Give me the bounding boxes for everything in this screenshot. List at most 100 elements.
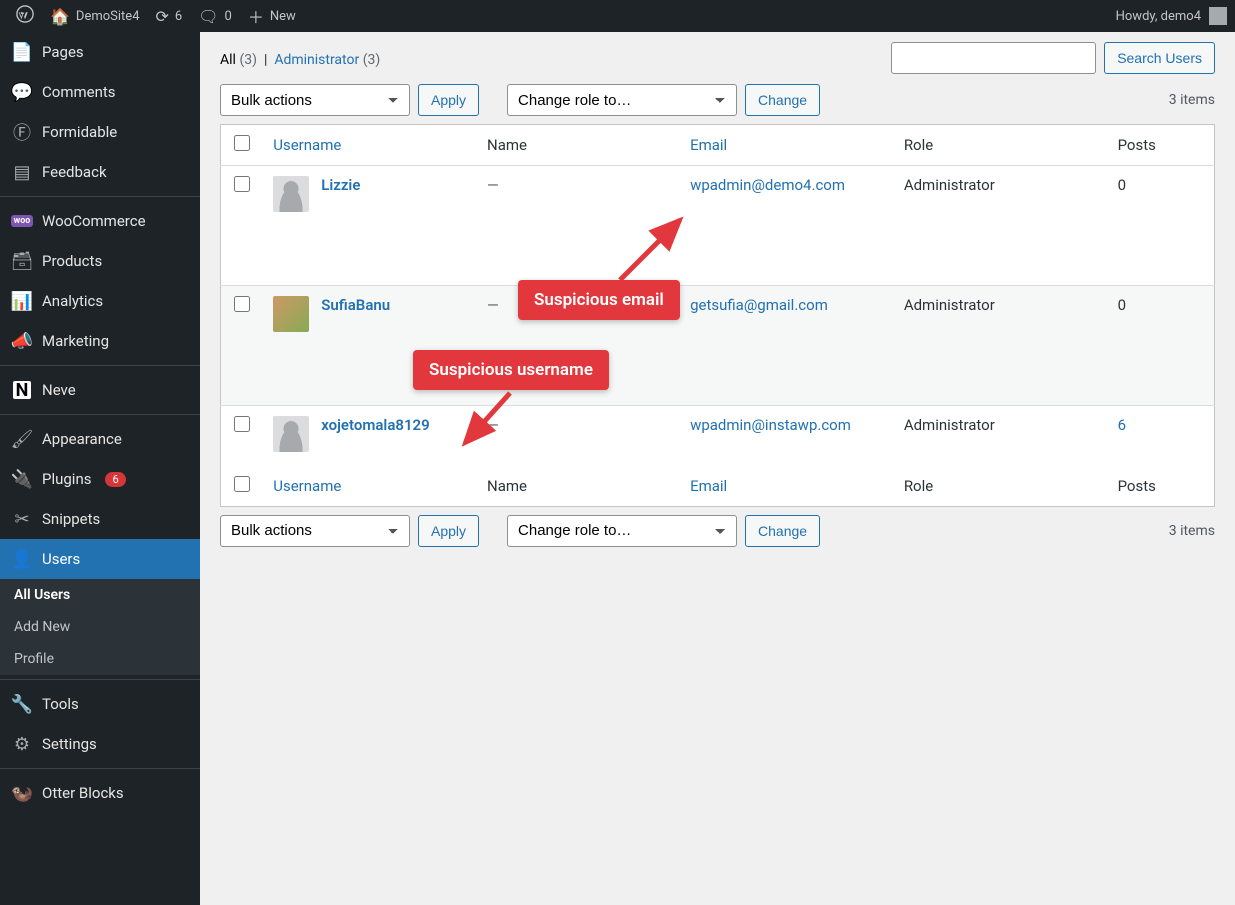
site-name: DemoSite4 [76, 9, 140, 24]
menu-item-marketing[interactable]: 📣Marketing [0, 321, 200, 361]
email-link[interactable]: wpadmin@demo4.com [690, 176, 845, 194]
home-icon: 🏠 [50, 7, 70, 26]
menu-item-users[interactable]: 👤 Users [0, 539, 200, 579]
callout-suspicious-email: Suspicious email [518, 280, 680, 320]
row-checkbox[interactable] [234, 176, 250, 192]
formidable-icon: Ⓕ [12, 122, 32, 142]
bulk-actions-select-bottom[interactable]: Bulk actions [220, 515, 410, 547]
col-role: Role [894, 125, 1108, 166]
menu-label: Users [42, 550, 80, 568]
items-count-bottom: 3 items [1169, 523, 1215, 539]
otter-blocks-icon: 🦦 [12, 783, 32, 803]
users-icon: 👤 [12, 549, 32, 569]
menu-label: Pages [42, 43, 84, 61]
tools-icon: 🔧 [12, 694, 32, 714]
pages-icon: 📄 [12, 42, 32, 62]
update-icon: ⟳ [156, 7, 169, 26]
howdy-text: Howdy, demo4 [1116, 9, 1201, 24]
name-value: — [487, 176, 499, 194]
analytics-icon: 📊 [12, 291, 32, 311]
avatar [273, 416, 309, 452]
table-row: Lizzie—wpadmin@demo4.comAdministrator0 [221, 166, 1215, 286]
menu-label: Plugins [42, 470, 91, 488]
posts-link[interactable]: 6 [1118, 416, 1126, 434]
col-email[interactable]: Email [690, 136, 727, 154]
select-all-top[interactable] [234, 135, 250, 151]
menu-label: Settings [42, 735, 97, 753]
role-value: Administrator [904, 416, 995, 434]
menu-item-tools[interactable]: 🔧 Tools [0, 684, 200, 724]
col-name: Name [477, 125, 680, 166]
username-link[interactable]: SufiaBanu [321, 296, 390, 314]
col-username[interactable]: Username [273, 136, 341, 154]
change-button-bottom[interactable]: Change [745, 515, 820, 547]
admin-toolbar: 🏠DemoSite4 ⟳6 🗨0 ＋New Howdy, demo4 [0, 0, 1235, 32]
menu-item-settings[interactable]: ⚙ Settings [0, 724, 200, 764]
menu-item-pages[interactable]: 📄 Pages [0, 32, 200, 72]
menu-item-formidable[interactable]: Ⓕ Formidable [0, 112, 200, 152]
menu-label: WooCommerce [42, 212, 146, 230]
filter-all[interactable]: All [220, 52, 236, 68]
col-posts-foot: Posts [1108, 466, 1215, 507]
row-checkbox[interactable] [234, 296, 250, 312]
site-link[interactable]: 🏠 DemoSite4 [42, 0, 148, 32]
col-name-foot: Name [477, 466, 680, 507]
table-row: xojetomala8129 — wpadmin@instawp.com Admini… [221, 406, 1215, 466]
feedback-icon: ▤ [12, 162, 32, 182]
col-email-foot[interactable]: Email [690, 477, 727, 495]
row-checkbox[interactable] [234, 416, 250, 432]
posts-value: 0 [1118, 296, 1126, 314]
change-role-select-bottom[interactable]: Change role to… [507, 515, 737, 547]
apply-button-top[interactable]: Apply [418, 84, 479, 116]
comments-link[interactable]: 🗨0 [190, 0, 240, 32]
menu-item-neve[interactable]: NNeve [0, 370, 200, 410]
name-value: — [487, 416, 499, 434]
new-link[interactable]: ＋ New [240, 0, 304, 32]
email-link[interactable]: getsufia@gmail.com [690, 296, 828, 314]
avatar [273, 296, 309, 332]
menu-label: Formidable [42, 123, 117, 141]
change-button-top[interactable]: Change [745, 84, 820, 116]
menu-item-woocommerce[interactable]: wooWooCommerce [0, 201, 200, 241]
menu-item-feedback[interactable]: ▤Feedback [0, 152, 200, 192]
select-all-bottom[interactable] [234, 476, 250, 492]
menu-label: Comments [42, 83, 116, 101]
plus-icon: ＋ [248, 4, 264, 28]
submenu-profile[interactable]: Profile [0, 643, 200, 675]
updates-count: 6 [175, 9, 182, 24]
menu-item-plugins[interactable]: 🔌Plugins6 [0, 459, 200, 499]
menu-item-comments[interactable]: 💬 Comments [0, 72, 200, 112]
submenu-add-new[interactable]: Add New [0, 611, 200, 643]
wp-logo[interactable] [8, 0, 42, 32]
filter-administrator[interactable]: Administrator [274, 52, 359, 68]
users-table: Username Name Email Role Posts Lizzie — wp… [220, 124, 1215, 507]
menu-item-analytics[interactable]: 📊Analytics [0, 281, 200, 321]
new-label: New [270, 9, 296, 24]
updates-link[interactable]: ⟳6 [148, 0, 191, 32]
search-users-button[interactable]: Search Users [1104, 42, 1215, 74]
menu-item-products[interactable]: 🗃Products [0, 241, 200, 281]
apply-button-bottom[interactable]: Apply [418, 515, 479, 547]
email-link[interactable]: wpadmin@instawp.com [690, 416, 851, 434]
change-role-select[interactable]: Change role to… [507, 84, 737, 116]
menu-item-otter-blocks[interactable]: 🦦Otter Blocks [0, 773, 200, 813]
comments-icon: 💬 [12, 82, 32, 102]
menu-item-appearance[interactable]: 🖌Appearance [0, 419, 200, 459]
appearance-icon: 🖌 [12, 429, 32, 449]
search-input[interactable] [891, 42, 1096, 74]
menu-label: Tools [42, 695, 79, 713]
username-link[interactable]: xojetomala8129 [321, 416, 429, 434]
name-value: — [487, 296, 499, 314]
menu-item-snippets[interactable]: ✂Snippets [0, 499, 200, 539]
menu-label: Products [42, 252, 102, 270]
username-link[interactable]: Lizzie [321, 176, 360, 194]
snippets-icon: ✂ [12, 509, 32, 529]
settings-icon: ⚙ [12, 734, 32, 754]
bulk-actions-select[interactable]: Bulk actions [220, 84, 410, 116]
avatar-icon [1209, 7, 1227, 25]
view-filters: All (3) | Administrator (3) [220, 52, 380, 68]
account-link[interactable]: Howdy, demo4 [1116, 7, 1227, 25]
col-username-foot[interactable]: Username [273, 477, 341, 495]
submenu-all-users[interactable]: All Users [0, 579, 200, 611]
role-value: Administrator [904, 176, 995, 194]
